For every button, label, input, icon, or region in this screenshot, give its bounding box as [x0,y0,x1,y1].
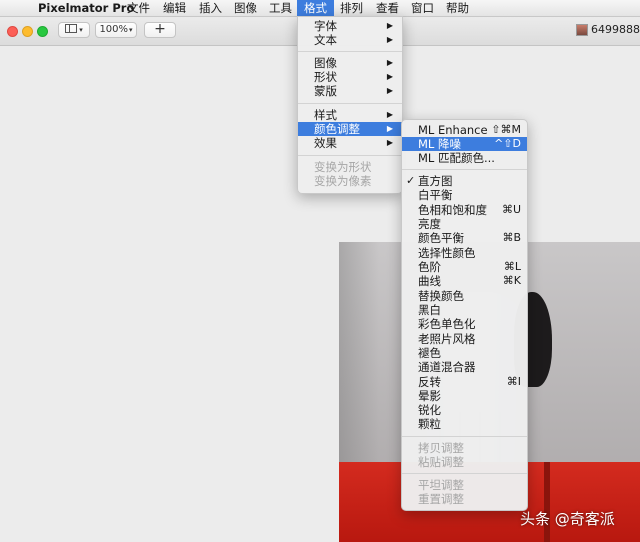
menu-item-effects[interactable]: 效果 ▶ [298,136,402,150]
checkmark-icon: ✓ [406,174,416,187]
menu-separator [298,51,402,52]
menu-image[interactable]: 图像 [227,0,264,16]
watermark-text: 头条 @奇客派 [520,510,615,528]
submenu-arrow-icon: ▶ [386,124,393,133]
shortcut-text: ⌘L [503,260,521,273]
submenu-arrow-icon: ▶ [386,86,393,95]
user-avatar-icon[interactable] [576,24,588,36]
menu-separator [402,436,527,437]
chevron-down-icon: ▾ [79,26,83,34]
minimize-window-button[interactable] [22,26,33,37]
menu-item-sharpen[interactable]: 锐化 [402,403,527,417]
menu-item-mask[interactable]: 蒙版 ▶ [298,84,402,98]
menu-file[interactable]: 文件 [120,0,157,16]
menu-item-color-balance[interactable]: 颜色平衡 ⌘B [402,231,527,245]
submenu-arrow-icon: ▶ [386,35,393,44]
menu-item-fade[interactable]: 褪色 [402,346,527,360]
shortcut-text: ^⇧D [494,137,521,150]
menu-arrange[interactable]: 排列 [333,0,370,16]
menu-tools[interactable]: 工具 [262,0,299,16]
menu-item-paste-adjustments: 粘贴调整 [418,455,464,469]
menu-item-black-white[interactable]: 黑白 [402,303,527,317]
zoom-value: 100% [99,24,129,35]
submenu-arrow-icon: ▶ [386,21,393,30]
menu-item-channel-mixer[interactable]: 通道混合器 [402,360,527,374]
menu-separator [402,169,527,170]
menu-window[interactable]: 窗口 [404,0,441,16]
menu-edit[interactable]: 编辑 [156,0,193,16]
shortcut-text: ⌘U [501,203,521,216]
menu-item-convert-to-shape: 变换为形状 [314,160,372,174]
photo-seat-gap [544,462,550,542]
menu-item-text[interactable]: 文本 ▶ [298,33,402,47]
menu-insert[interactable]: 插入 [192,0,229,16]
submenu-arrow-icon: ▶ [386,72,393,81]
menu-item-vintage[interactable]: 老照片风格 [402,332,527,346]
close-window-button[interactable] [7,26,18,37]
menu-item-ml-enhance[interactable]: ML Enhance ⇧⌘M [402,123,527,137]
fullscreen-window-button[interactable] [37,26,48,37]
zoom-dropdown[interactable]: 100%▾ [95,22,137,38]
menu-format[interactable]: 格式 [297,0,334,16]
menu-item-levels[interactable]: 色阶 ⌘L [402,260,527,274]
menu-item-font[interactable]: 字体 ▶ [298,19,402,33]
menu-item-histogram[interactable]: ✓ 直方图 [402,174,527,188]
shortcut-text: ⌘K [502,274,521,287]
shortcut-text: ⌘I [506,375,521,388]
menu-item-copy-adjustments: 拷贝调整 [418,441,464,455]
menu-separator [402,473,527,474]
apple-menu-icon[interactable] [8,0,22,16]
sidebar-icon [65,23,78,33]
menu-item-hue-saturation[interactable]: 色相和饱和度 ⌘U [402,203,527,217]
menu-help[interactable]: 帮助 [439,0,476,16]
menu-item-curves[interactable]: 曲线 ⌘K [402,274,527,288]
menu-view[interactable]: 查看 [369,0,406,16]
menu-item-convert-to-pixels: 变换为像素 [314,174,372,188]
menu-item-replace-color[interactable]: 替换颜色 [402,289,527,303]
view-mode-button[interactable]: ▾ [58,22,90,38]
menu-item-color-monochrome[interactable]: 彩色单色化 [402,317,527,331]
menu-item-image[interactable]: 图像 ▶ [298,56,402,70]
menu-bar: Pixelmator Pro 文件 编辑 插入 图像 工具 格式 排列 查看 窗… [0,0,640,17]
menu-item-white-balance[interactable]: 白平衡 [402,188,527,202]
menu-item-shape[interactable]: 形状 ▶ [298,70,402,84]
chevron-down-icon: ▾ [129,26,133,34]
menu-separator [298,103,402,104]
menu-item-ml-denoise[interactable]: ML 降噪 ^⇧D [402,137,527,151]
add-button[interactable]: + [144,22,176,38]
menu-item-flatten-adjustments: 平坦调整 [418,478,464,492]
menu-item-ml-match-colors[interactable]: ML 匹配颜色... [402,151,527,165]
shortcut-text: ⇧⌘M [491,123,521,136]
submenu-arrow-icon: ▶ [386,110,393,119]
format-menu: 字体 ▶ 文本 ▶ 图像 ▶ 形状 ▶ 蒙版 ▶ 样式 ▶ 颜色调整 ▶ 效果 ▶ 变换为形状 … [297,16,403,194]
submenu-arrow-icon: ▶ [386,58,393,67]
menu-separator [298,155,402,156]
menu-item-lightness[interactable]: 亮度 [402,217,527,231]
menu-item-reset-adjustments: 重置调整 [418,492,464,506]
menu-item-grain[interactable]: 颗粒 [402,417,527,431]
submenu-arrow-icon: ▶ [386,138,393,147]
menu-item-style[interactable]: 样式 ▶ [298,108,402,122]
menu-item-color-adjustments[interactable]: 颜色调整 ▶ [298,122,402,136]
color-adjustments-submenu: ML Enhance ⇧⌘M ML 降噪 ^⇧D ML 匹配颜色... ✓ 直方图 白… [401,119,528,511]
user-name[interactable]: 6499888 [591,23,640,36]
menu-item-vignette[interactable]: 晕影 [402,389,527,403]
menu-item-invert[interactable]: 反转 ⌘I [402,375,527,389]
menu-item-selective-color[interactable]: 选择性颜色 [402,246,527,260]
shortcut-text: ⌘B [502,231,521,244]
